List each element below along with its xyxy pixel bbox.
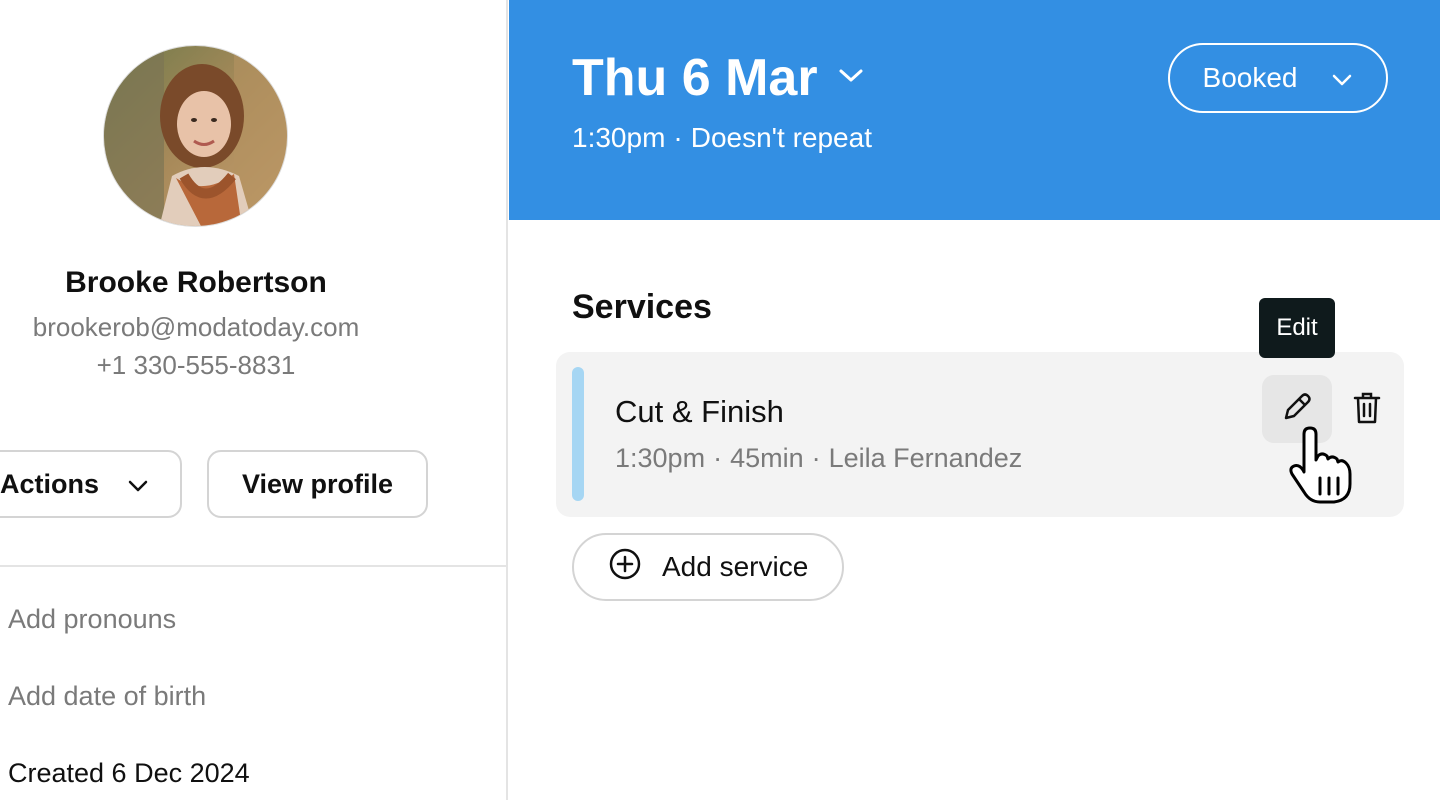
service-time: 1:30pm bbox=[615, 443, 706, 473]
chevron-down-icon bbox=[1331, 62, 1353, 94]
service-duration: 45min bbox=[730, 443, 804, 473]
chevron-down-icon bbox=[838, 68, 864, 89]
client-email: brookerob@modatoday.com bbox=[32, 312, 360, 342]
separator-dot: · bbox=[811, 443, 821, 473]
appointment-date: Thu 6 Mar bbox=[572, 49, 818, 107]
date-selector[interactable]: Thu 6 Mar bbox=[572, 48, 864, 108]
appointment-time: 1:30pm bbox=[572, 122, 666, 153]
add-pronouns-link[interactable]: Add pronouns bbox=[8, 604, 176, 635]
service-staff: Leila Fernandez bbox=[828, 443, 1023, 473]
service-details: 1:30pm · 45min · Leila Fernandez bbox=[615, 443, 1022, 474]
add-date-of-birth-link[interactable]: Add date of birth bbox=[8, 681, 206, 712]
service-card[interactable]: Cut & Finish 1:30pm · 45min · Leila Fernande… bbox=[556, 352, 1404, 517]
repeat-setting[interactable]: Doesn't repeat bbox=[691, 122, 872, 153]
status-dropdown[interactable]: Booked bbox=[1168, 43, 1388, 113]
avatar-photo bbox=[104, 46, 287, 226]
services-heading: Services bbox=[572, 288, 712, 326]
edit-tooltip: Edit bbox=[1259, 298, 1335, 358]
pencil-icon bbox=[1280, 390, 1314, 429]
actions-button[interactable]: Actions bbox=[0, 450, 182, 518]
service-name: Cut & Finish bbox=[615, 394, 784, 429]
plus-circle-icon bbox=[608, 547, 642, 588]
separator-dot: · bbox=[673, 122, 683, 153]
actions-label: Actions bbox=[0, 468, 100, 499]
view-profile-button[interactable]: View profile bbox=[207, 450, 428, 518]
created-date: Created 6 Dec 2024 bbox=[8, 758, 250, 788]
client-panel: Brooke Robertson brookerob@modatoday.com… bbox=[0, 0, 508, 800]
status-label: Booked bbox=[1202, 62, 1298, 93]
trash-icon bbox=[1352, 391, 1382, 430]
client-phone: +1 330-555-8831 bbox=[96, 350, 296, 380]
service-color-stripe bbox=[572, 367, 584, 501]
chevron-down-icon bbox=[127, 469, 149, 500]
delete-service-button[interactable] bbox=[1346, 388, 1388, 432]
add-service-button[interactable]: Add service bbox=[572, 533, 844, 601]
avatar bbox=[103, 45, 288, 227]
appointment-subtitle: 1:30pm · Doesn't repeat bbox=[572, 122, 872, 154]
separator-dot: · bbox=[713, 443, 723, 473]
divider bbox=[0, 565, 506, 567]
edit-service-button[interactable] bbox=[1262, 375, 1332, 443]
add-service-label: Add service bbox=[662, 551, 809, 582]
view-profile-label: View profile bbox=[241, 468, 394, 499]
client-name: Brooke Robertson bbox=[65, 266, 327, 299]
appointment-header: Thu 6 Mar 1:30pm · Doesn't repeat Booked bbox=[509, 0, 1440, 220]
